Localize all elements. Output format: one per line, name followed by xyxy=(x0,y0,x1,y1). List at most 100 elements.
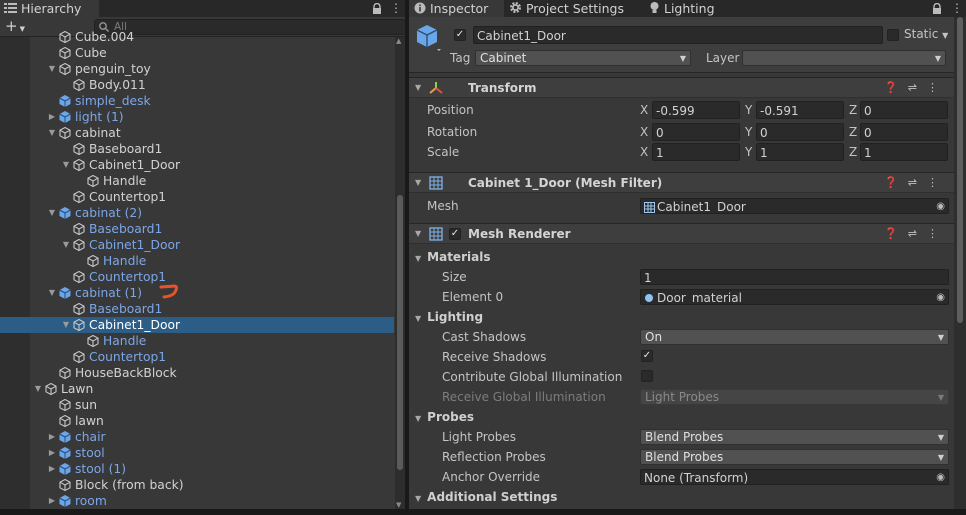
help-icon[interactable]: ❓ xyxy=(884,227,908,240)
axis-label-z[interactable]: Z xyxy=(849,103,857,117)
hierarchy-row[interactable]: lawn xyxy=(0,413,394,429)
axis-label-x[interactable]: X xyxy=(640,145,648,159)
component-menu-icon[interactable]: ⋮ xyxy=(927,227,948,240)
transform-y-field[interactable]: 1 xyxy=(756,143,844,161)
element0-material-field[interactable]: Door_material ◉ xyxy=(640,289,949,305)
expand-arrow-right-icon[interactable]: ▶ xyxy=(47,493,57,509)
expand-arrow-down-icon[interactable]: ▼ xyxy=(47,125,57,141)
hierarchy-row[interactable]: Handle xyxy=(0,333,394,349)
fold-arrow-icon[interactable]: ▼ xyxy=(415,78,421,98)
hierarchy-row[interactable]: Handle xyxy=(0,253,394,269)
help-icon[interactable]: ❓ xyxy=(884,81,908,94)
cast-shadows-dropdown[interactable]: On ▼ xyxy=(640,329,949,345)
transform-z-field[interactable]: 0 xyxy=(860,101,948,119)
axis-label-z[interactable]: Z xyxy=(849,145,857,159)
inspector-more-options-icon[interactable]: ⋮ xyxy=(951,0,963,17)
contribute-gi-checkbox[interactable] xyxy=(641,370,653,382)
lock-icon[interactable] xyxy=(372,0,382,17)
component-menu-icon[interactable]: ⋮ xyxy=(927,176,948,189)
gameobject-cube-icon[interactable] xyxy=(415,23,443,54)
anchor-override-field[interactable]: None (Transform) ◉ xyxy=(640,469,949,485)
scroll-up-icon[interactable]: ▲ xyxy=(396,37,401,45)
hierarchy-scrollbar[interactable]: ▲ ▼ xyxy=(395,37,405,509)
object-picker-icon[interactable]: ◉ xyxy=(936,199,945,213)
expand-arrow-down-icon[interactable]: ▼ xyxy=(47,61,57,77)
hierarchy-row[interactable]: ▼ cabinat (1) xyxy=(0,285,394,301)
inspector-lock-icon[interactable] xyxy=(932,0,942,17)
object-name-field[interactable]: Cabinet1_Door xyxy=(473,26,883,44)
hierarchy-row[interactable]: Baseboard1 xyxy=(0,221,394,237)
axis-label-y[interactable]: Y xyxy=(745,125,752,139)
lighting-foldout[interactable]: ▼ Lighting xyxy=(415,310,483,324)
transform-y-field[interactable]: 0 xyxy=(756,123,844,141)
component-tools[interactable]: ❓⇌⋮ xyxy=(884,224,948,244)
more-options-icon[interactable]: ⋮ xyxy=(390,0,402,17)
preset-icon[interactable]: ⇌ xyxy=(908,81,927,94)
static-dropdown[interactable]: Static ▼ xyxy=(904,27,948,41)
hierarchy-row[interactable]: Cube xyxy=(0,45,394,61)
axis-label-y[interactable]: Y xyxy=(745,103,752,117)
static-checkbox[interactable] xyxy=(887,29,899,41)
hierarchy-row[interactable]: Countertop1 xyxy=(0,269,394,285)
hierarchy-row[interactable]: ▼ penguin_toy xyxy=(0,61,394,77)
transform-z-field[interactable]: 1 xyxy=(860,143,948,161)
axis-label-y[interactable]: Y xyxy=(745,145,752,159)
reflection-probes-dropdown[interactable]: Blend Probes ▼ xyxy=(640,449,949,465)
hierarchy-row[interactable]: sun xyxy=(0,397,394,413)
tab-lighting[interactable]: Lighting xyxy=(649,0,715,17)
expand-arrow-down-icon[interactable]: ▼ xyxy=(61,317,71,333)
light-probes-dropdown[interactable]: Blend Probes ▼ xyxy=(640,429,949,445)
component-menu-icon[interactable]: ⋮ xyxy=(927,81,948,94)
probes-foldout[interactable]: ▼ Probes xyxy=(415,410,474,424)
hierarchy-scroll-thumb[interactable] xyxy=(397,195,403,470)
hierarchy-row[interactable]: simple_desk xyxy=(0,93,394,109)
receive-shadows-checkbox[interactable]: ✓ xyxy=(641,350,653,362)
hierarchy-row[interactable]: HouseBackBlock xyxy=(0,365,394,381)
hierarchy-row[interactable]: ▼ cabinat xyxy=(0,125,394,141)
fold-arrow-icon[interactable]: ▼ xyxy=(415,224,421,244)
scroll-down-icon[interactable]: ▼ xyxy=(396,501,401,509)
hierarchy-row[interactable]: Countertop1 xyxy=(0,189,394,205)
mesh-filter-header[interactable]: ▼ Cabinet 1_Door (Mesh Filter) ❓⇌⋮ xyxy=(409,172,954,193)
preset-icon[interactable]: ⇌ xyxy=(908,227,927,240)
axis-label-z[interactable]: Z xyxy=(849,125,857,139)
hierarchy-row[interactable]: ▼ cabinat (2) xyxy=(0,205,394,221)
hierarchy-row[interactable]: Cube.004 xyxy=(0,29,394,45)
object-picker-icon[interactable]: ◉ xyxy=(936,470,945,484)
layer-dropdown[interactable]: ▼ xyxy=(742,50,946,66)
transform-header[interactable]: ▼ Transform ❓⇌⋮ xyxy=(409,77,954,98)
transform-x-field[interactable]: -0.599 xyxy=(652,101,740,119)
tag-dropdown[interactable]: Cabinet ▼ xyxy=(475,50,691,66)
hierarchy-row[interactable]: Baseboard1 xyxy=(0,141,394,157)
expand-arrow-down-icon[interactable]: ▼ xyxy=(61,157,71,173)
tab-hierarchy[interactable]: Hierarchy xyxy=(0,0,99,17)
component-tools[interactable]: ❓⇌⋮ xyxy=(884,173,948,193)
axis-label-x[interactable]: X xyxy=(640,103,648,117)
hierarchy-row[interactable]: Block (from back) xyxy=(0,477,394,493)
axis-label-x[interactable]: X xyxy=(640,125,648,139)
tab-project-settings[interactable]: Project Settings xyxy=(509,0,624,17)
hierarchy-row[interactable]: ▶ light (1) xyxy=(0,109,394,125)
fold-arrow-icon[interactable]: ▼ xyxy=(415,173,421,193)
hierarchy-row[interactable]: ▶ stool xyxy=(0,445,394,461)
transform-z-field[interactable]: 0 xyxy=(860,123,948,141)
hierarchy-row[interactable]: Baseboard1 xyxy=(0,301,394,317)
transform-x-field[interactable]: 1 xyxy=(652,143,740,161)
expand-arrow-right-icon[interactable]: ▶ xyxy=(47,429,57,445)
expand-arrow-down-icon[interactable]: ▼ xyxy=(47,205,57,221)
inspector-scroll-thumb[interactable] xyxy=(957,17,963,323)
hierarchy-row[interactable]: Countertop1 xyxy=(0,349,394,365)
hierarchy-row[interactable]: ▼ Cabinet1_Door xyxy=(0,317,394,333)
hierarchy-row[interactable]: ▶ stool (1) xyxy=(0,461,394,477)
mesh-renderer-enabled-checkbox[interactable]: ✓ xyxy=(449,228,461,240)
hierarchy-row[interactable]: ▶ room xyxy=(0,493,394,509)
tab-inspector[interactable]: Inspector xyxy=(409,0,504,17)
hierarchy-row[interactable]: ▶ chair xyxy=(0,429,394,445)
inspector-scrollbar[interactable] xyxy=(954,17,966,509)
preset-icon[interactable]: ⇌ xyxy=(908,176,927,189)
expand-arrow-right-icon[interactable]: ▶ xyxy=(47,109,57,125)
transform-y-field[interactable]: -0.591 xyxy=(756,101,844,119)
object-picker-icon[interactable]: ◉ xyxy=(936,290,945,304)
size-field[interactable]: 1 xyxy=(640,269,949,285)
hierarchy-row[interactable]: Handle xyxy=(0,173,394,189)
